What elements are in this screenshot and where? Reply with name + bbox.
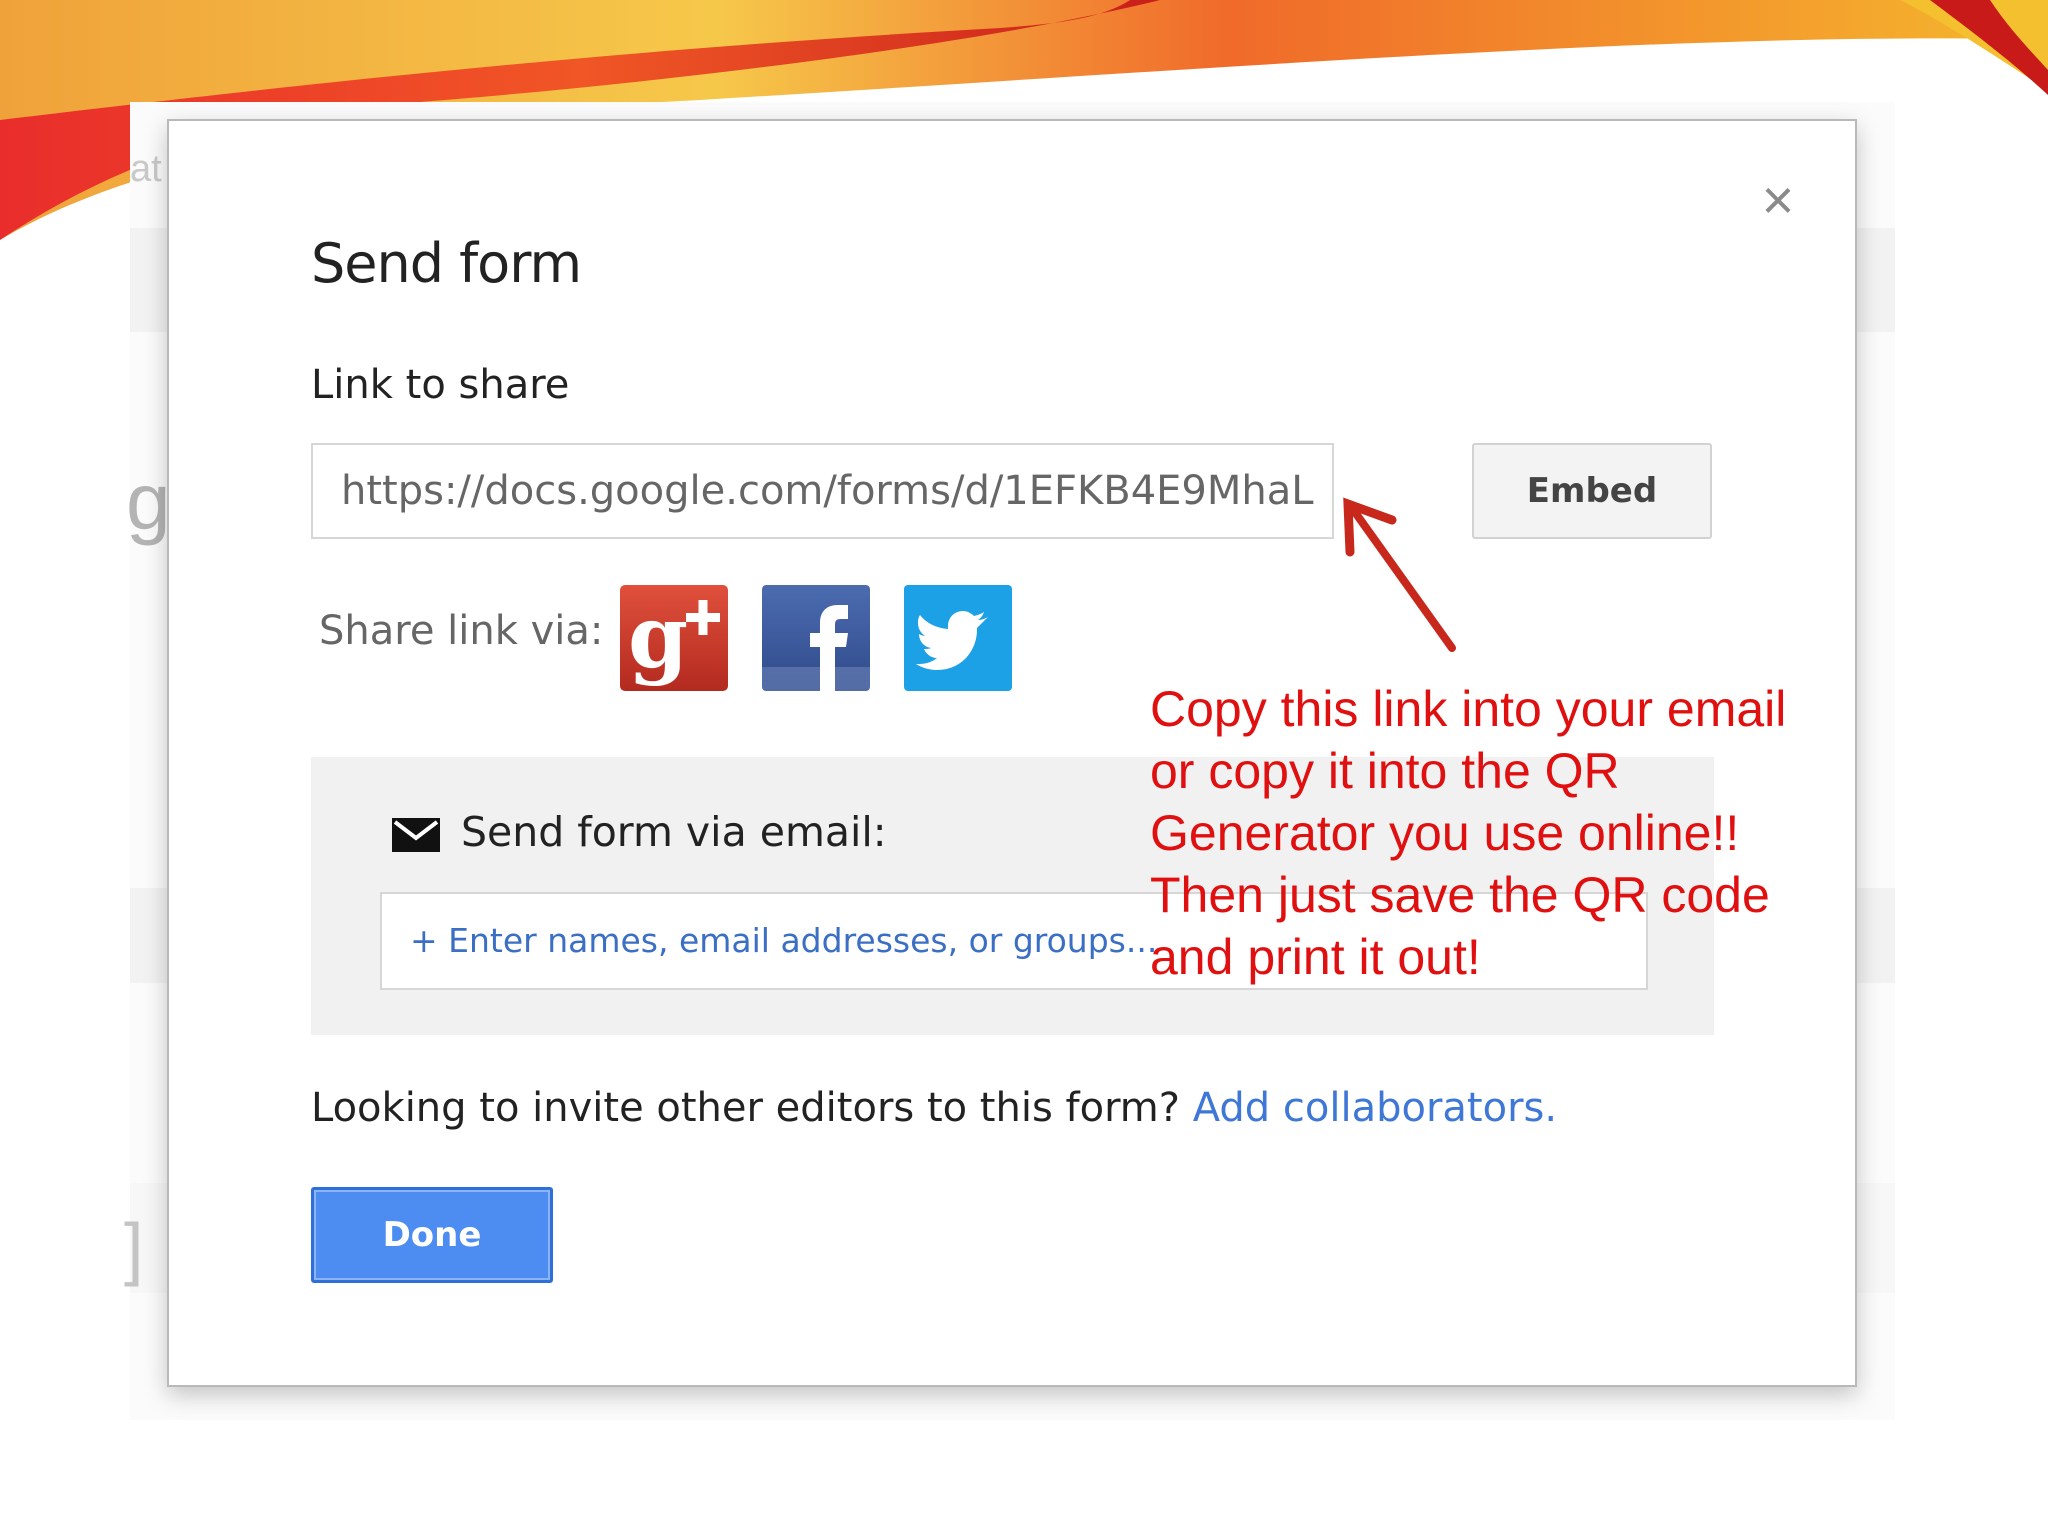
link-to-share-label: Link to share bbox=[311, 362, 570, 408]
invite-editors-text: Looking to invite other editors to this … bbox=[311, 1085, 1557, 1131]
annotation-note: Copy this link into your email or copy i… bbox=[1150, 678, 2020, 988]
share-link-field[interactable]: https://docs.google.com/forms/d/1EFKB4E9… bbox=[311, 443, 1334, 539]
dialog-title: Send form bbox=[311, 232, 582, 295]
background-text-fragment: g bbox=[126, 457, 171, 546]
mail-icon bbox=[392, 818, 440, 852]
annotation-line: and print it out! bbox=[1150, 929, 1481, 985]
background-text-fragment: at bbox=[130, 148, 162, 190]
google-plus-icon[interactable]: g bbox=[620, 585, 728, 691]
close-icon[interactable]: × bbox=[1748, 170, 1808, 230]
done-button[interactable]: Done bbox=[311, 1187, 553, 1283]
embed-button[interactable]: Embed bbox=[1472, 443, 1712, 539]
svg-text:g: g bbox=[628, 587, 688, 688]
annotation-line: Copy this link into your email bbox=[1150, 681, 1787, 737]
annotation-line: or copy it into the QR bbox=[1150, 743, 1620, 799]
send-via-email-label: Send form via email: bbox=[461, 808, 887, 856]
twitter-icon[interactable] bbox=[904, 585, 1012, 691]
annotation-line: Generator you use online!! bbox=[1150, 805, 1740, 861]
annotation-line: Then just save the QR code bbox=[1150, 867, 1770, 923]
share-link-via-label: Share link via: bbox=[319, 608, 604, 654]
add-collaborators-link[interactable]: Add collaborators. bbox=[1193, 1085, 1557, 1131]
annotation-arrow bbox=[1343, 497, 1456, 652]
background-text-fragment: ] bbox=[124, 1209, 144, 1287]
invite-prompt: Looking to invite other editors to this … bbox=[311, 1085, 1181, 1131]
facebook-icon[interactable] bbox=[762, 585, 870, 691]
